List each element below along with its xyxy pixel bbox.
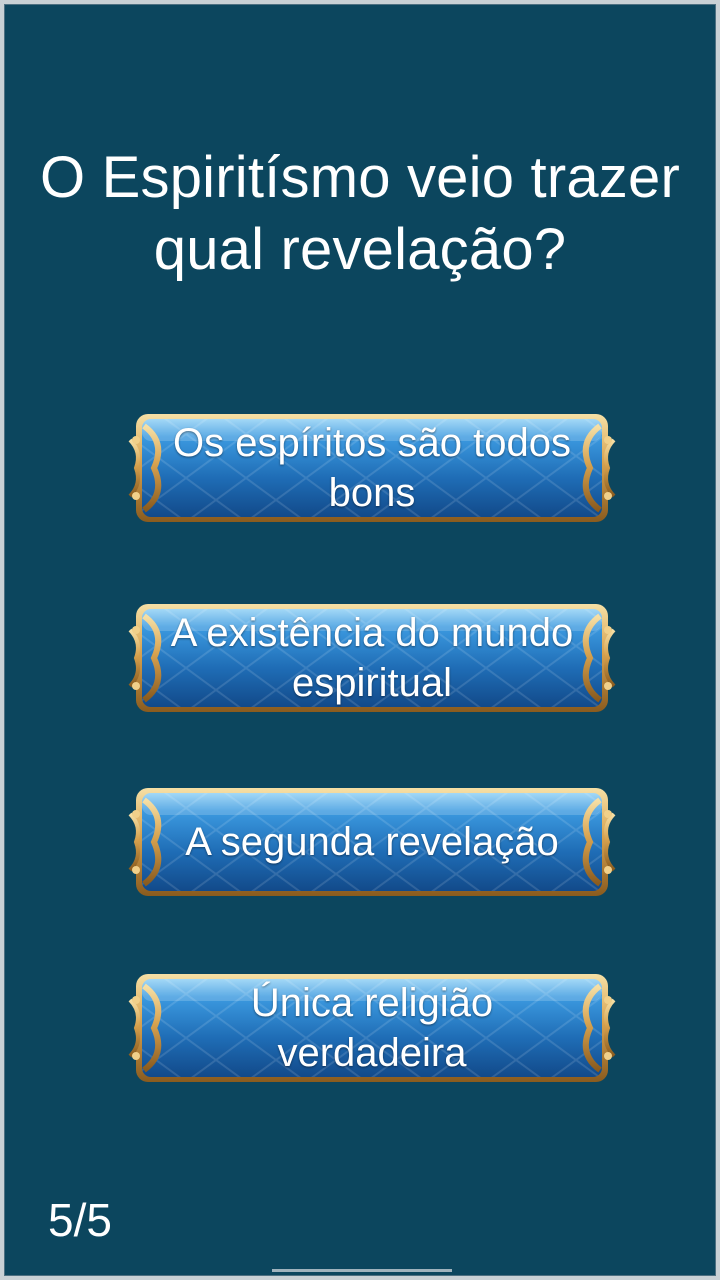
answer-button-1[interactable]: Os espíritos são todos bons	[126, 412, 618, 524]
answer-label: Os espíritos são todos bons	[173, 421, 571, 515]
bottom-indicator	[272, 1269, 452, 1272]
answer-button-4[interactable]: Única religião verdadeira	[126, 972, 618, 1084]
answer-label: A segunda revelação	[185, 820, 559, 864]
answer-label: Única religião verdadeira	[250, 981, 494, 1075]
app-screen: O Espiritísmo veio trazer qual revelação…	[0, 0, 720, 1280]
question-text: O Espiritísmo veio trazer qual revelação…	[40, 145, 680, 282]
answer-button-3[interactable]: A segunda revelação	[126, 786, 618, 898]
answer-label: A existência do mundo espiritual	[170, 611, 574, 705]
answer-button-2[interactable]: A existência do mundo espiritual	[126, 602, 618, 714]
question-counter: 5/5	[48, 1194, 112, 1246]
